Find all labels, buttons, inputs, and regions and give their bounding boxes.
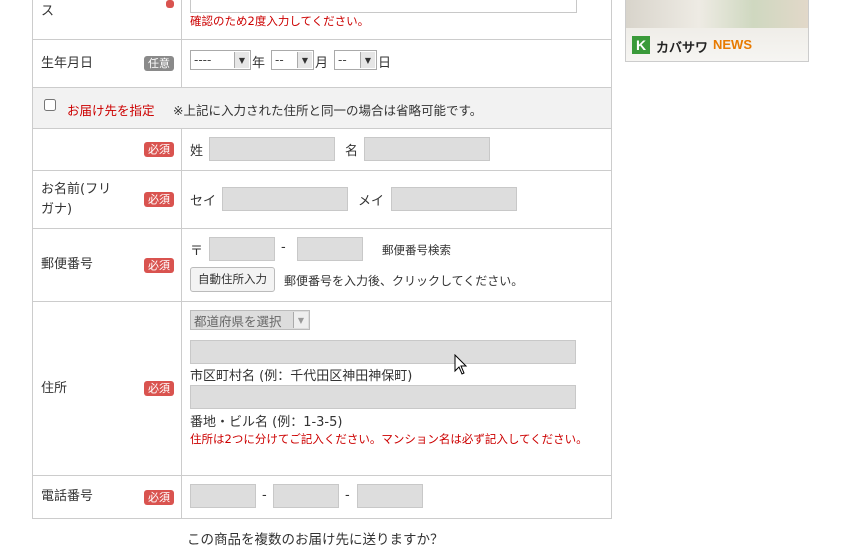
birth-day-select[interactable]: -- ▼ xyxy=(334,50,377,70)
address-label: 住所 xyxy=(41,380,68,396)
banner-image xyxy=(626,0,808,28)
phone-field-cell: - - xyxy=(182,476,611,518)
kabasawa-news-banner[interactable]: K カバサワ NEWS xyxy=(625,0,809,62)
postal-label: 郵便番号 xyxy=(41,257,94,272)
year-unit: 年 xyxy=(252,56,266,71)
last-name-input[interactable] xyxy=(209,137,335,161)
phone-row: 電話番号 必須 - - xyxy=(33,476,611,519)
name-field-cell: 姓 名 xyxy=(182,129,611,170)
prefecture-select-value: 都道府県を選択 xyxy=(194,313,282,329)
kana-label-cell: お名前(フリガナ) 必須 xyxy=(33,171,182,228)
email-confirm-label: ス xyxy=(41,4,55,19)
chevron-down-icon: ▼ xyxy=(234,52,249,68)
last-name-kana-input[interactable] xyxy=(222,187,348,211)
postal-code-second-input[interactable] xyxy=(297,237,363,261)
auto-address-button[interactable]: 自動住所入力 xyxy=(190,267,275,292)
kana-label: お名前(フリガナ) xyxy=(41,181,112,217)
name-row: 必須 姓 名 xyxy=(33,129,611,171)
address-field-cell: 都道府県を選択 ▼ 市区町村名 (例：千代田区神田神保町) 番地・ビル名 (例：… xyxy=(182,302,611,475)
street-hint: 番地・ビル名 (例：1-3-5) xyxy=(190,415,343,430)
chevron-down-icon: ▼ xyxy=(297,52,312,68)
email-confirm-input[interactable] xyxy=(190,0,577,13)
street-input[interactable] xyxy=(190,385,576,409)
delivery-checkbox[interactable] xyxy=(44,99,56,111)
chevron-down-icon: ▼ xyxy=(360,52,375,68)
required-badge xyxy=(166,0,174,8)
mei-kana-label: メイ xyxy=(358,194,385,209)
phone-label: 電話番号 xyxy=(41,489,94,504)
postal-hint: 郵便番号を入力後、クリックしてください。 xyxy=(284,274,524,288)
address-note: 住所は2つに分けてご記入ください。マンション名は必ず記入してください。 xyxy=(190,432,588,446)
kana-field-cell: セイ メイ xyxy=(182,171,611,228)
phone-label-cell: 電話番号 必須 xyxy=(33,476,182,518)
email-confirm-field-cell: 確認のため2度入力してください。 xyxy=(182,0,611,39)
birth-month-value: -- xyxy=(275,53,284,67)
postal-code-first-input[interactable] xyxy=(209,237,275,261)
optional-badge: 任意 xyxy=(144,56,174,71)
day-unit: 日 xyxy=(378,56,392,71)
delivery-row: お届け先を指定 ※上記に入力された住所と同一の場合は省略可能です。 xyxy=(33,88,611,129)
birth-year-value: ---- xyxy=(194,53,212,67)
sei-kana-label: セイ xyxy=(190,194,217,209)
banner-text-black: カバサワ xyxy=(656,41,709,56)
first-name-input[interactable] xyxy=(364,137,490,161)
birthday-label-cell: 生年月日 任意 xyxy=(33,40,182,87)
required-badge: 必須 xyxy=(144,257,174,273)
customer-form: ス 確認のため2度入力してください。 生年月日 任意 ---- ▼ 年 -- ▼… xyxy=(32,0,612,519)
month-unit: 月 xyxy=(315,56,329,71)
birthday-label: 生年月日 xyxy=(41,55,94,71)
birthday-field-cell: ---- ▼ 年 -- ▼ 月 -- ▼ 日 xyxy=(182,40,611,87)
postal-row: 郵便番号 必須 〒 - 郵便番号検索 自動住所入力 郵便番号を入力後、クリックし… xyxy=(33,229,611,302)
phone-dash: - xyxy=(262,488,267,503)
postal-search-link[interactable]: 郵便番号検索 xyxy=(382,242,451,258)
required-badge: 必須 xyxy=(144,192,174,207)
birth-day-value: -- xyxy=(338,53,347,67)
city-hint: 市区町村名 (例：千代田区神田神保町) xyxy=(190,369,413,384)
email-confirm-row: ス 確認のため2度入力してください。 xyxy=(33,0,611,40)
phone-dash: - xyxy=(345,488,350,503)
delivery-note: ※上記に入力された住所と同一の場合は省略可能です。 xyxy=(173,103,483,118)
phone-first-input[interactable] xyxy=(190,484,256,508)
postal-field-cell: 〒 - 郵便番号検索 自動住所入力 郵便番号を入力後、クリックしてください。 xyxy=(182,229,611,301)
multi-delivery-question: この商品を複数のお届け先に送りますか？ xyxy=(187,532,444,548)
postal-mark: 〒 xyxy=(190,244,204,259)
k-logo-icon: K xyxy=(632,36,650,54)
required-badge: 必須 xyxy=(144,489,174,505)
first-name-kana-input[interactable] xyxy=(391,187,517,211)
mouse-cursor-icon xyxy=(454,354,468,375)
required-badge: 必須 xyxy=(144,381,174,396)
address-label-cell: 住所 必須 xyxy=(33,302,182,475)
chevron-down-icon: ▼ xyxy=(293,312,308,328)
postal-label-cell: 郵便番号 必須 xyxy=(33,229,182,301)
kana-row: お名前(フリガナ) 必須 セイ メイ xyxy=(33,171,611,229)
city-input[interactable] xyxy=(190,340,576,364)
birthday-row: 生年月日 任意 ---- ▼ 年 -- ▼ 月 -- ▼ 日 xyxy=(33,40,611,88)
delivery-checkbox-label[interactable]: お届け先を指定 xyxy=(67,100,155,119)
address-row: 住所 必須 都道府県を選択 ▼ 市区町村名 (例：千代田区神田神保町) 番地・ビ… xyxy=(33,302,611,476)
banner-text-orange: NEWS xyxy=(713,37,752,52)
birth-month-select[interactable]: -- ▼ xyxy=(271,50,314,70)
sei-label: 姓 xyxy=(190,144,204,159)
mei-label: 名 xyxy=(345,144,359,159)
prefecture-select[interactable]: 都道府県を選択 ▼ xyxy=(190,310,310,330)
phone-third-input[interactable] xyxy=(357,484,423,508)
postal-dash: - xyxy=(281,240,286,255)
required-badge: 必須 xyxy=(144,142,174,157)
birth-year-select[interactable]: ---- ▼ xyxy=(190,50,251,70)
email-confirm-label-cell: ス xyxy=(33,0,182,39)
phone-second-input[interactable] xyxy=(273,484,339,508)
name-label-cell: 必須 xyxy=(33,129,182,170)
email-confirm-note: 確認のため2度入力してください。 xyxy=(190,14,370,28)
